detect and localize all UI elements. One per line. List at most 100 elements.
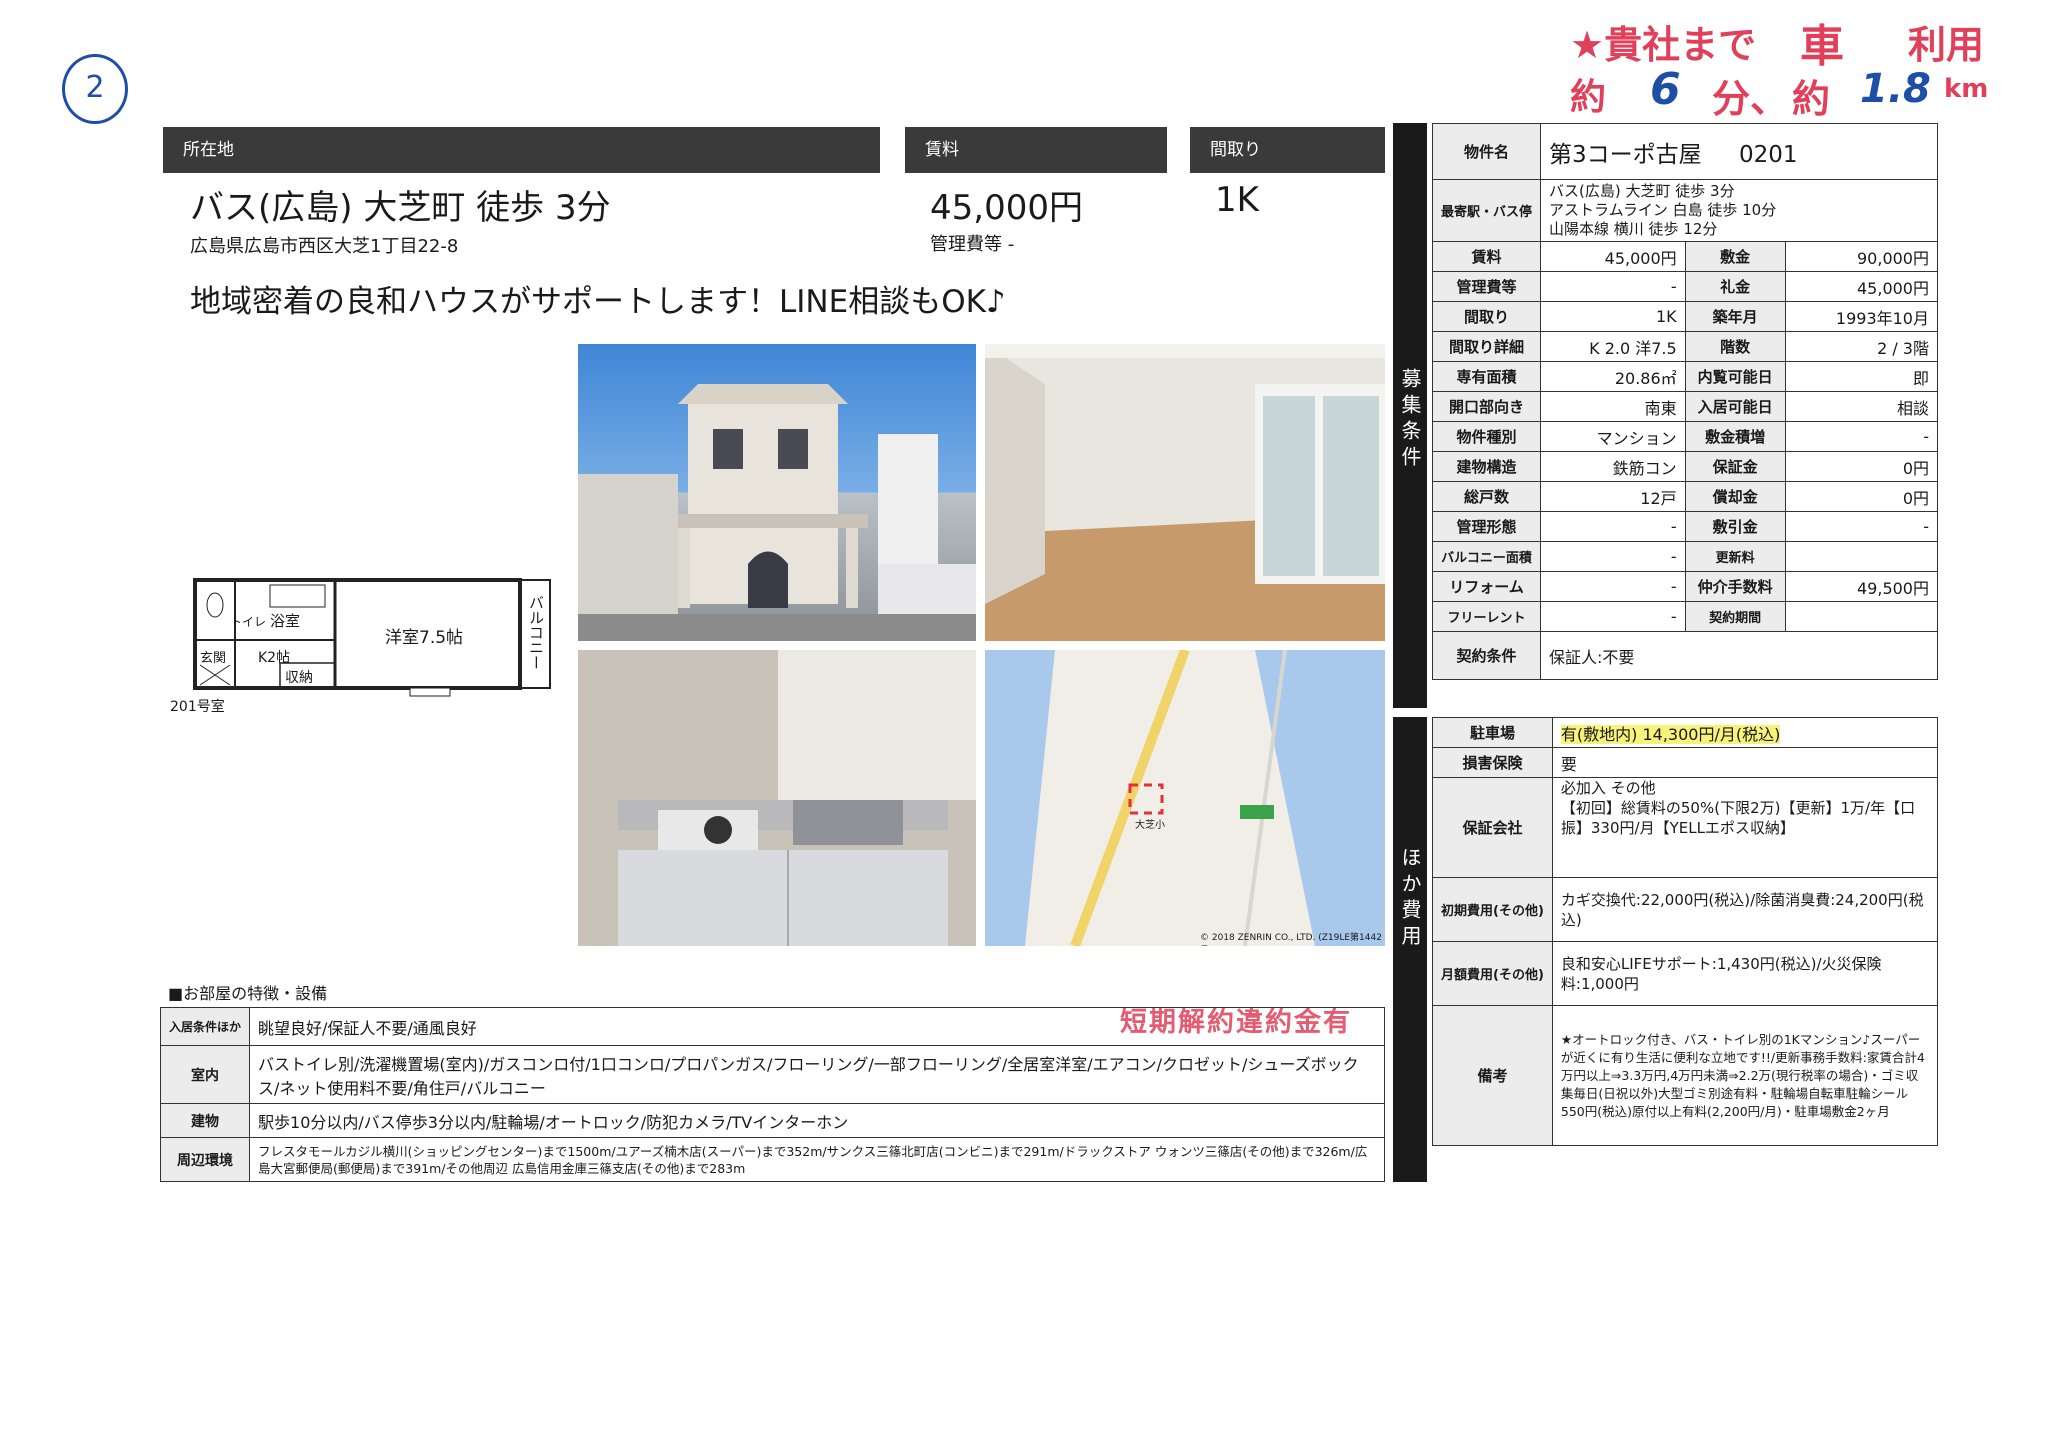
spec-label: 償却金	[1684, 481, 1786, 512]
floor-plan: トイレ 浴室 洋室7.5帖 バルコニー 玄関 K2帖 収納 201号室	[160, 575, 560, 715]
spec-value: 相談	[1784, 391, 1939, 422]
spec-value: 即	[1784, 361, 1939, 392]
initial-value: カギ交換代:22,000円(税込)/除菌消臭費:24,200円(税込)	[1551, 877, 1939, 942]
cost-table: 駐車場 有(敷地内) 14,300円/月(税込) 損害保険 要 保証会社 必加入…	[1432, 717, 1939, 1146]
layout-header: 間取り	[1190, 127, 1385, 173]
spec-value: 0円	[1784, 451, 1939, 482]
note-min-unit: 分、	[1712, 77, 1789, 121]
spec-value: -	[1540, 271, 1686, 302]
spec-row: 賃料 45,000円 敷金 90,000円	[1431, 241, 1939, 272]
spec-row: 間取り 1K 築年月 1993年10月	[1431, 301, 1939, 332]
spec-value: -	[1540, 541, 1686, 572]
contract-value: 保証人:不要	[1540, 631, 1938, 680]
spec-row: 建物構造 鉄筋コン 保証金 0円	[1431, 451, 1939, 482]
spec-value: 南東	[1540, 391, 1686, 422]
initial-label: 初期費用(その他)	[1432, 877, 1553, 942]
spec-value: 90,000円	[1784, 241, 1939, 272]
spec-label: 敷引金	[1684, 511, 1786, 542]
spec-label: 敷金積増	[1684, 421, 1786, 452]
note-minutes: 6	[1650, 64, 1681, 115]
building-photo	[578, 344, 976, 641]
spec-value: 2 / 3階	[1784, 331, 1939, 362]
spec-value: 45,000円	[1540, 241, 1686, 272]
monthly-value: 良和安心LIFEサポート:1,430円(税込)/火災保険料:1,000円	[1551, 941, 1939, 1006]
spec-label: 更新料	[1684, 541, 1786, 572]
property-name-cell: 第3コーポ古屋 0201	[1540, 123, 1938, 180]
station-3: 山陽本線 横川 徒歩 12分	[1549, 220, 1718, 238]
spec-value: 0円	[1784, 481, 1939, 512]
floor-plan-lines	[193, 578, 551, 697]
spec-label: 保証金	[1684, 451, 1786, 482]
stations-cell: バス(広島) 大芝町 徒歩 3分 アストラムライン 白島 徒歩 10分 山陽本線…	[1540, 179, 1938, 242]
spec-value: -	[1540, 511, 1686, 542]
feature-label: 建物	[159, 1103, 251, 1138]
feature-label: 室内	[159, 1045, 251, 1104]
spec-row: 開口部向き 南東 入居可能日 相談	[1431, 391, 1939, 422]
spec-value	[1784, 601, 1939, 632]
kitchen-photo	[578, 650, 976, 946]
feature-text: 眺望良好/保証人不要/通風良好	[249, 1007, 1385, 1046]
feature-row: 入居条件ほか 眺望良好/保証人不要/通風良好	[159, 1007, 1385, 1046]
map-credit: © 2018 ZENRIN CO., LTD. (Z19LE第1442号)	[1200, 933, 1382, 943]
catchphrase: 地域密着の良和ハウスがサポートします！LINE相談もOK♪	[190, 284, 1006, 320]
spec-value: 鉄筋コン	[1540, 451, 1686, 482]
feature-text: 駅歩10分以内/バス停歩3分以内/駐輪場/オートロック/防犯カメラ/TVインター…	[249, 1103, 1385, 1138]
spec-row: 間取り詳細 K 2.0 洋7.5 階数 2 / 3階	[1431, 331, 1939, 362]
insurance-value: 要	[1551, 747, 1939, 778]
spec-label: 礼金	[1684, 271, 1786, 302]
spec-label: 管理形態	[1431, 511, 1542, 542]
spec-label: フリーレント	[1431, 601, 1542, 632]
spec-row: 総戸数 12戸 償却金 0円	[1431, 481, 1939, 512]
feature-label: 入居条件ほか	[159, 1007, 251, 1046]
spec-label: 間取り	[1431, 301, 1542, 332]
map-image: 大芝小 © 2018 ZENRIN CO., LTD. (Z19LE第1442号…	[985, 650, 1385, 946]
note-dist-unit: km	[1944, 74, 1989, 104]
station-1: バス(広島) 大芝町 徒歩 3分	[1549, 182, 1735, 200]
fp-storage: 収納	[285, 670, 313, 686]
spec-label: 物件種別	[1431, 421, 1542, 452]
recruit-label: 募集条件	[1398, 368, 1422, 472]
spec-value: 1993年10月	[1784, 301, 1939, 332]
feature-text: バストイレ別/洗濯機置場(室内)/ガスコンロ付/1口コンロ/プロパンガス/フロー…	[249, 1045, 1385, 1104]
feature-row: 周辺環境 フレスタモールカジル横川(ショッピングセンター)まで1500m/ユアー…	[159, 1137, 1385, 1182]
spec-row: バルコニー面積 - 更新料	[1431, 541, 1939, 572]
spec-value: K 2.0 洋7.5	[1540, 331, 1686, 362]
other-label: ほか費用	[1398, 847, 1422, 951]
page-number: 2	[85, 70, 105, 105]
spec-value: 20.86㎡	[1540, 361, 1686, 392]
fp-entrance: 玄関	[200, 651, 227, 666]
spec-value: 12戸	[1540, 481, 1686, 512]
map-school-label: 大芝小	[1135, 820, 1165, 831]
building-illustration	[578, 384, 976, 641]
spec-label: 建物構造	[1431, 451, 1542, 482]
fp-room: 洋室7.5帖	[385, 628, 464, 648]
remarks-label: 備考	[1432, 1005, 1553, 1146]
feature-label: 周辺環境	[159, 1137, 251, 1182]
map-illustration	[985, 650, 1385, 946]
note-distance: 1.8	[1860, 66, 1931, 112]
spec-value: -	[1540, 601, 1686, 632]
spec-value: マンション	[1540, 421, 1686, 452]
spec-value: -	[1540, 571, 1686, 602]
spec-label: 入居可能日	[1684, 391, 1786, 422]
spec-value: -	[1784, 421, 1939, 452]
feature-row: 建物 駅歩10分以内/バス停歩3分以内/駐輪場/オートロック/防犯カメラ/TVイ…	[159, 1103, 1385, 1138]
spec-label: 築年月	[1684, 301, 1786, 332]
spec-label: 管理費等	[1431, 271, 1542, 302]
spec-value: 49,500円	[1784, 571, 1939, 602]
spec-label: 契約期間	[1684, 601, 1786, 632]
note-approx1: 約	[1570, 77, 1607, 118]
fp-bath: 浴室	[270, 612, 301, 630]
spec-value	[1784, 541, 1939, 572]
spec-label: 総戸数	[1431, 481, 1542, 512]
feature-row: 室内 バストイレ別/洗濯機置場(室内)/ガスコンロ付/1口コンロ/プロパンガス/…	[159, 1045, 1385, 1104]
room-illustration	[985, 344, 1385, 641]
fp-toilet: トイレ	[230, 615, 267, 629]
station-2: アストラムライン 白島 徒歩 10分	[1549, 201, 1777, 219]
name-label: 物件名	[1431, 123, 1542, 180]
kitchen-illustration	[618, 650, 976, 946]
spec-label: 敷金	[1684, 241, 1786, 272]
address-text: 広島県広島市西区大芝1丁目22-8	[190, 236, 459, 257]
guarantor-label: 保証会社	[1432, 777, 1553, 878]
spec-label: バルコニー面積	[1431, 541, 1542, 572]
